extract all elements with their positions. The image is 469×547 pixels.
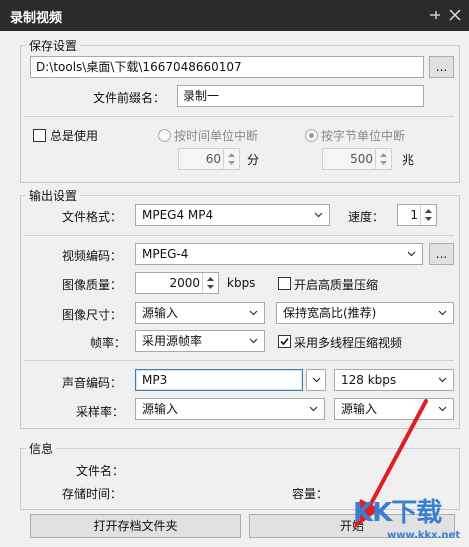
audio-codec-label: 声音编码： xyxy=(62,376,123,390)
chevron-down-icon xyxy=(312,377,321,383)
by-size-label: 按字节单位中断 xyxy=(321,129,406,143)
info-label: 信息 xyxy=(26,440,57,457)
audio-codec-select[interactable]: MP3 xyxy=(135,369,303,391)
output-separator-2 xyxy=(24,360,454,361)
pin-icon[interactable] xyxy=(428,8,442,22)
stepper-arrows-icon[interactable] xyxy=(202,273,218,293)
audio-bitrate-value: 128 kbps xyxy=(341,373,397,387)
quality-label: 图像质量： xyxy=(62,278,123,292)
format-value: MPEG4 MP4 xyxy=(142,208,214,222)
fps-label: 帧率： xyxy=(90,336,127,350)
by-time-value: 60 xyxy=(205,152,221,166)
prefix-label: 文件前缀名： xyxy=(93,91,166,105)
stepper-arrows-icon[interactable] xyxy=(375,149,391,169)
speed-stepper[interactable]: 1 xyxy=(397,204,437,226)
video-codec-settings-button[interactable]: ... xyxy=(429,243,454,265)
multithread-label: 采用多线程压缩视频 xyxy=(294,336,403,350)
stepper-arrows-icon[interactable] xyxy=(420,205,436,225)
quality-stepper[interactable]: 2000 xyxy=(135,272,219,294)
always-use-checkbox[interactable] xyxy=(33,129,46,142)
aspect-ratio-select[interactable]: 保持宽高比(推荐) xyxy=(276,302,454,324)
browse-path-button[interactable]: ... xyxy=(429,56,454,78)
capacity-label: 容量： xyxy=(292,487,329,501)
close-icon[interactable] xyxy=(448,8,462,22)
filename-label: 文件名： xyxy=(76,464,125,478)
save-settings-label: 保存设置 xyxy=(26,37,81,54)
speed-label: 速度： xyxy=(348,210,385,224)
hq-compression-checkbox[interactable] xyxy=(278,277,291,290)
window-title: 录制视频 xyxy=(10,11,63,26)
chevron-down-icon xyxy=(249,310,258,316)
image-size-select[interactable]: 源输入 xyxy=(135,302,265,324)
video-codec-label: 视频编码： xyxy=(62,249,123,263)
multithread-checkbox[interactable] xyxy=(278,335,291,348)
chevron-down-icon xyxy=(407,251,416,257)
watermark-logo: KK下载 xyxy=(353,498,442,528)
checkmark-icon xyxy=(280,337,289,346)
watermark-url: www.kkx.net xyxy=(387,530,461,541)
stepper-arrows-icon[interactable] xyxy=(223,149,239,169)
by-time-unit: 分 xyxy=(247,153,260,167)
output-separator-1 xyxy=(24,235,454,236)
hq-compression-label: 开启高质量压缩 xyxy=(294,278,379,292)
chevron-down-icon xyxy=(249,338,258,344)
open-folder-button[interactable]: 打开存档文件夹 xyxy=(30,514,241,538)
aspect-ratio-value: 保持宽高比(推荐) xyxy=(283,306,377,320)
output-settings-label: 输出设置 xyxy=(26,187,81,204)
always-use-label: 总是使用 xyxy=(50,129,99,143)
chevron-down-icon xyxy=(438,377,447,383)
title-bar: 录制视频 xyxy=(0,0,469,31)
save-path-field[interactable]: D:\tools\桌面\下载\1667048660107 xyxy=(30,56,424,78)
by-size-value: 500 xyxy=(350,152,373,166)
by-time-stepper[interactable]: 60 xyxy=(178,148,240,170)
format-label: 文件格式： xyxy=(62,210,123,224)
by-size-radio[interactable] xyxy=(305,129,318,142)
chevron-down-icon xyxy=(438,310,447,316)
video-codec-value: MPEG-4 xyxy=(142,247,189,261)
audio-bitrate-select[interactable]: 128 kbps xyxy=(334,369,454,391)
sample-rate-select[interactable]: 源输入 xyxy=(135,398,325,420)
image-size-label: 图像尺寸： xyxy=(62,308,123,322)
speed-value: 1 xyxy=(410,208,418,222)
quality-value: 2000 xyxy=(169,276,200,290)
sample-rate-label: 采样率： xyxy=(76,405,125,419)
format-select[interactable]: MPEG4 MP4 xyxy=(135,204,330,226)
quality-unit: kbps xyxy=(227,276,256,290)
chevron-down-icon xyxy=(309,406,318,412)
sample-rate-value: 源输入 xyxy=(142,402,179,416)
save-separator xyxy=(24,116,454,117)
video-codec-select[interactable]: MPEG-4 xyxy=(135,243,423,265)
by-size-stepper[interactable]: 500 xyxy=(322,148,392,170)
by-time-radio[interactable] xyxy=(158,129,171,142)
by-time-label: 按时间单位中断 xyxy=(174,129,259,143)
fps-select[interactable]: 采用源帧率 xyxy=(135,330,265,352)
chevron-down-icon xyxy=(314,212,323,218)
image-size-value: 源输入 xyxy=(142,306,179,320)
audio-codec-dropdown[interactable] xyxy=(306,369,326,391)
fps-value: 采用源帧率 xyxy=(142,334,203,348)
by-size-unit: 兆 xyxy=(402,153,415,167)
audio-codec-value: MP3 xyxy=(142,373,168,387)
duration-label: 存储时间： xyxy=(62,487,123,501)
prefix-field[interactable]: 录制一 xyxy=(177,85,424,107)
